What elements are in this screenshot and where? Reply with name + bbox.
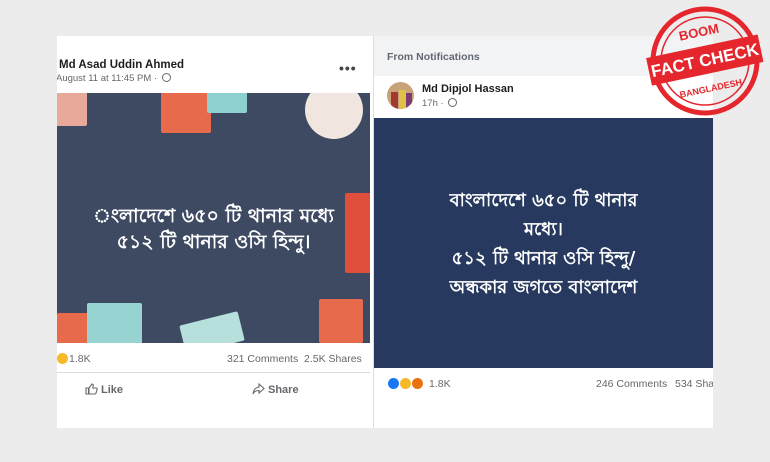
gift-decoration	[305, 93, 363, 139]
post-author[interactable]: Md Dipjol Hassan	[422, 83, 514, 95]
gift-decoration	[57, 93, 87, 126]
fact-check-badge: BOOM FACT CHECK BANGLADESH	[646, 6, 764, 116]
gift-decoration	[87, 303, 142, 343]
badge-top-text: BOOM	[678, 21, 721, 44]
thumbs-up-icon	[85, 383, 98, 395]
image-text: ংলাদেশে ৬৫০ টি থানার মধ্যে ৫১২ টি থানার …	[93, 205, 334, 253]
avatar-figure	[391, 92, 398, 109]
gift-decoration	[179, 311, 245, 343]
like-reaction-icon	[388, 378, 399, 389]
post-author[interactable]: Md Asad Uddin Ahmed	[59, 59, 184, 71]
header-label: From Notifications	[387, 51, 480, 63]
globe-icon	[161, 73, 171, 82]
angry-reaction-icon	[412, 378, 423, 389]
like-button[interactable]: Like	[85, 383, 123, 396]
comments-count[interactable]: 321 Comments	[227, 353, 298, 365]
divider	[57, 372, 370, 373]
more-options-icon[interactable]: •••	[339, 60, 357, 76]
avatar-figure	[406, 93, 412, 109]
gift-decoration	[319, 299, 363, 343]
avatar-figure	[399, 90, 406, 109]
post-timestamp[interactable]: 17h ·	[422, 98, 458, 109]
avatar[interactable]	[387, 82, 414, 109]
post-image[interactable]: বাংলাদেশে ৬৫০ টি থানার মধ্যে। ৫১২ টি থান…	[374, 118, 713, 368]
haha-reaction-icon	[57, 353, 68, 364]
globe-icon	[448, 98, 458, 107]
share-button[interactable]: Share	[252, 382, 299, 396]
image-text: বাংলাদেশে ৬৫০ টি থানার মধ্যে। ৫১২ টি থান…	[449, 190, 638, 298]
comments-count[interactable]: 246 Comments	[596, 378, 667, 390]
shares-count[interactable]: 534 Sha	[675, 378, 713, 390]
post-timestamp[interactable]: August 11 at 11:45 PM ·	[57, 73, 171, 84]
reactions-summary[interactable]: 1.8K	[388, 378, 451, 390]
share-arrow-icon	[252, 382, 265, 395]
post-image[interactable]: ংলাদেশে ৬৫০ টি থানার মধ্যে ৫১২ টি থানার …	[57, 93, 370, 343]
shares-count[interactable]: 2.5K Shares	[304, 353, 362, 365]
sad-reaction-icon	[400, 378, 411, 389]
left-post-card: Md Asad Uddin Ahmed August 11 at 11:45 P…	[57, 36, 370, 428]
reactions-summary[interactable]: 1.8K	[57, 353, 91, 365]
gift-decoration	[207, 93, 247, 113]
gift-decoration	[161, 93, 211, 133]
badge-bottom-text: BANGLADESH	[679, 77, 743, 100]
